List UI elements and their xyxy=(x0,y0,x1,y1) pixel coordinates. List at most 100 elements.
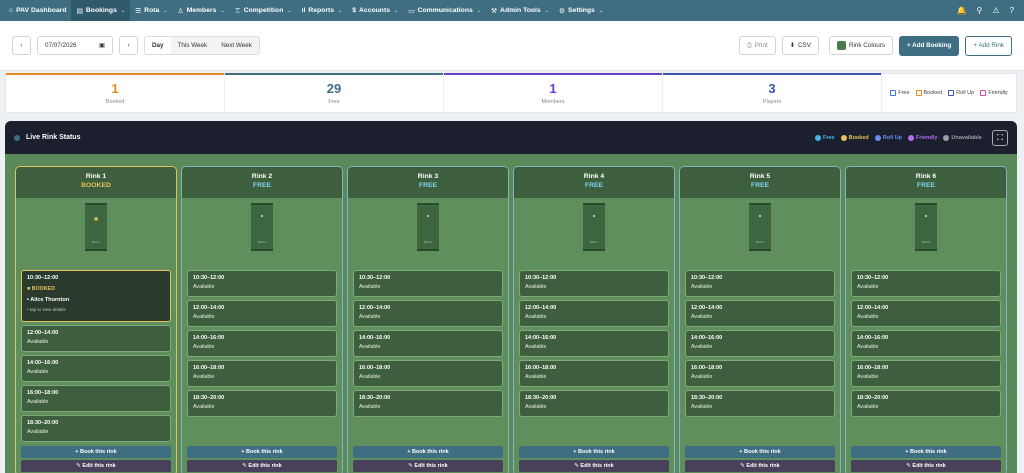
view-this-week-button[interactable]: This Week xyxy=(170,37,215,54)
rink-status-badge: FREE xyxy=(916,182,936,189)
legend-item: Roll Up xyxy=(948,90,974,96)
slot-status: Available xyxy=(359,404,381,410)
stat-label: Booked xyxy=(105,99,125,105)
live-panel-header: Live Rink Status Free Booked Roll Up Friend… xyxy=(5,121,1017,154)
time-slot[interactable]: 18:30–20:00 Available xyxy=(21,415,171,442)
nav-item-bookings[interactable]: ▤ Bookings ⌄ xyxy=(71,0,131,21)
slot-status: Available xyxy=(857,344,879,350)
help-icon[interactable]: ? xyxy=(1010,6,1014,15)
book-rink-button[interactable]: + Book this rink xyxy=(353,446,503,458)
time-slot[interactable]: 16:00–18:00 Available xyxy=(353,360,503,387)
view-next-week-button[interactable]: Next Week xyxy=(214,37,259,54)
nav-item-admin-tools[interactable]: ⚒ Admin Tools ⌄ xyxy=(486,0,554,21)
rink-mini-diagram[interactable]: Rink 6 xyxy=(915,203,937,251)
time-slot[interactable]: 18:30–20:00 Available xyxy=(353,390,503,417)
nav-item-pav-dashboard[interactable]: ⌂ PAV Dashboard xyxy=(4,0,71,21)
time-slot[interactable]: 10:30–12:00 Available xyxy=(519,270,669,297)
time-slot[interactable]: 16:00–18:00 Available xyxy=(21,385,171,412)
view-day-button[interactable]: Day xyxy=(145,37,171,54)
slot-time: 18:30–20:00 xyxy=(193,395,225,401)
rink-mini-diagram[interactable]: Rink 4 xyxy=(583,203,605,251)
nav-item-settings[interactable]: ⚙ Settings ⌄ xyxy=(554,0,608,21)
search-icon[interactable]: ⚲ xyxy=(977,6,983,15)
book-rink-button[interactable]: + Book this rink xyxy=(851,446,1001,458)
slot-status: Available xyxy=(359,284,381,290)
slot-status: Available xyxy=(857,374,879,380)
nav-item-reports[interactable]: ıl Reports ⌄ xyxy=(297,0,348,21)
stat-card: 1 Members xyxy=(444,73,663,112)
rink-mini-diagram[interactable]: Rink 5 xyxy=(749,203,771,251)
legend-dot xyxy=(908,134,915,141)
live-legend: Free Booked Roll Up Friendly Unavailable xyxy=(814,134,982,141)
time-slot[interactable]: 10:30–12:00 Available xyxy=(187,270,337,297)
edit-rink-button[interactable]: ✎ Edit this rink xyxy=(519,460,669,472)
prev-day-button[interactable]: ‹ xyxy=(12,36,31,55)
time-slot[interactable]: 10:30–12:00 Available xyxy=(685,270,835,297)
rink-card: Rink 6 FREE Rink 6 10:30–12:00 Available 12:0… xyxy=(845,166,1007,473)
time-slot[interactable]: 12:00–14:00 Available xyxy=(21,325,171,352)
time-slot[interactable]: 18:30–20:00 Available xyxy=(187,390,337,417)
time-slot[interactable]: 12:00–14:00 Available xyxy=(353,300,503,327)
fullscreen-icon[interactable]: ⛶ xyxy=(992,129,1008,146)
csv-button[interactable]: ⬇ CSV xyxy=(781,36,819,55)
print-button[interactable]: ⎙ Print xyxy=(738,36,776,55)
time-slot[interactable]: 12:00–14:00 Available xyxy=(685,300,835,327)
book-rink-button[interactable]: + Book this rink xyxy=(187,446,337,458)
edit-rink-button[interactable]: ✎ Edit this rink xyxy=(21,460,171,472)
time-slot[interactable]: 18:30–20:00 Available xyxy=(851,390,1001,417)
nav-item-competition[interactable]: ♖ Competition ⌄ xyxy=(230,0,297,21)
edit-rink-button[interactable]: ✎ Edit this rink xyxy=(353,460,503,472)
slot-status: Available xyxy=(27,429,49,435)
time-slot[interactable]: 14:00–16:00 Available xyxy=(21,355,171,382)
time-slot[interactable]: 16:00–18:00 Available xyxy=(519,360,669,387)
date-input[interactable]: 07/07/2026 ▣ xyxy=(37,36,113,55)
time-slot[interactable]: 12:00–14:00 Available xyxy=(187,300,337,327)
slot-list: 10:30–12:00 Available 12:00–14:00 Available… xyxy=(353,270,503,420)
edit-rink-button[interactable]: ✎ Edit this rink xyxy=(187,460,337,472)
time-slot[interactable]: 12:00–14:00 Available xyxy=(851,300,1001,327)
calendar-icon[interactable]: ▣ xyxy=(99,42,105,49)
alert-icon[interactable]: ⚠ xyxy=(992,6,999,15)
book-rink-button[interactable]: + Book this rink xyxy=(519,446,669,458)
book-rink-button[interactable]: + Book this rink xyxy=(21,446,171,458)
time-slot[interactable]: 14:00–16:00 Available xyxy=(851,330,1001,357)
stat-card: 3 Players xyxy=(663,73,882,112)
book-rink-button[interactable]: + Book this rink xyxy=(685,446,835,458)
time-slot[interactable]: 10:30–12:00 Available xyxy=(353,270,503,297)
rink-status-badge: FREE xyxy=(750,182,770,189)
nav-item-members[interactable]: ♙ Members ⌄ xyxy=(172,0,229,21)
time-slot[interactable]: 10:30–12:00 Available xyxy=(851,270,1001,297)
rink-card: Rink 3 FREE Rink 3 10:30–12:00 Available 12:0… xyxy=(347,166,509,473)
rink-mini-diagram[interactable]: Rink 3 xyxy=(417,203,439,251)
time-slot[interactable]: 12:00–14:00 Available xyxy=(519,300,669,327)
rink-mini-diagram[interactable]: ♣ Rink 1 xyxy=(85,203,107,251)
rink-colours-button[interactable]: Rink Colours xyxy=(828,36,893,55)
time-slot[interactable]: 14:00–16:00 Available xyxy=(187,330,337,357)
edit-rink-button[interactable]: ✎ Edit this rink xyxy=(685,460,835,472)
booked-slot[interactable]: 10:30–12:00 ■ BOOKED • Alice Thornton • tap… xyxy=(21,270,171,322)
add-rink-button[interactable]: + Add Rink xyxy=(965,35,1012,56)
time-slot[interactable]: 18:30–20:00 Available xyxy=(519,390,669,417)
nav-item-communications[interactable]: ▭ Communications ⌄ xyxy=(403,0,486,21)
edit-rink-button[interactable]: ✎ Edit this rink xyxy=(851,460,1001,472)
nav-item-rota[interactable]: ☰ Rota ⌄ xyxy=(130,0,172,21)
time-slot[interactable]: 18:30–20:00 Available xyxy=(685,390,835,417)
time-slot[interactable]: 14:00–16:00 Available xyxy=(353,330,503,357)
slot-time: 10:30–12:00 xyxy=(193,275,225,281)
rink-card: Rink 1 BOOKED ♣ Rink 1 10:30–12:00 ■ BOOKED • … xyxy=(15,166,177,473)
booked-badge: ■ BOOKED xyxy=(27,286,55,292)
add-booking-button[interactable]: + Add Booking xyxy=(898,35,960,56)
time-slot[interactable]: 14:00–16:00 Available xyxy=(519,330,669,357)
rink-mini-diagram[interactable]: Rink 2 xyxy=(251,203,273,251)
time-slot[interactable]: 16:00–18:00 Available xyxy=(685,360,835,387)
booking-hint: • tap to view details xyxy=(27,307,66,312)
next-day-button[interactable]: › xyxy=(119,36,138,55)
live-legend-label: Unavailable xyxy=(951,134,982,141)
slot-status: Available xyxy=(27,399,49,405)
time-slot[interactable]: 14:00–16:00 Available xyxy=(685,330,835,357)
legend-item: Free xyxy=(890,90,910,96)
time-slot[interactable]: 16:00–18:00 Available xyxy=(851,360,1001,387)
notifications-icon[interactable]: 🔔 xyxy=(957,6,967,15)
time-slot[interactable]: 16:00–18:00 Available xyxy=(187,360,337,387)
nav-item-accounts[interactable]: $ Accounts ⌄ xyxy=(347,0,403,21)
